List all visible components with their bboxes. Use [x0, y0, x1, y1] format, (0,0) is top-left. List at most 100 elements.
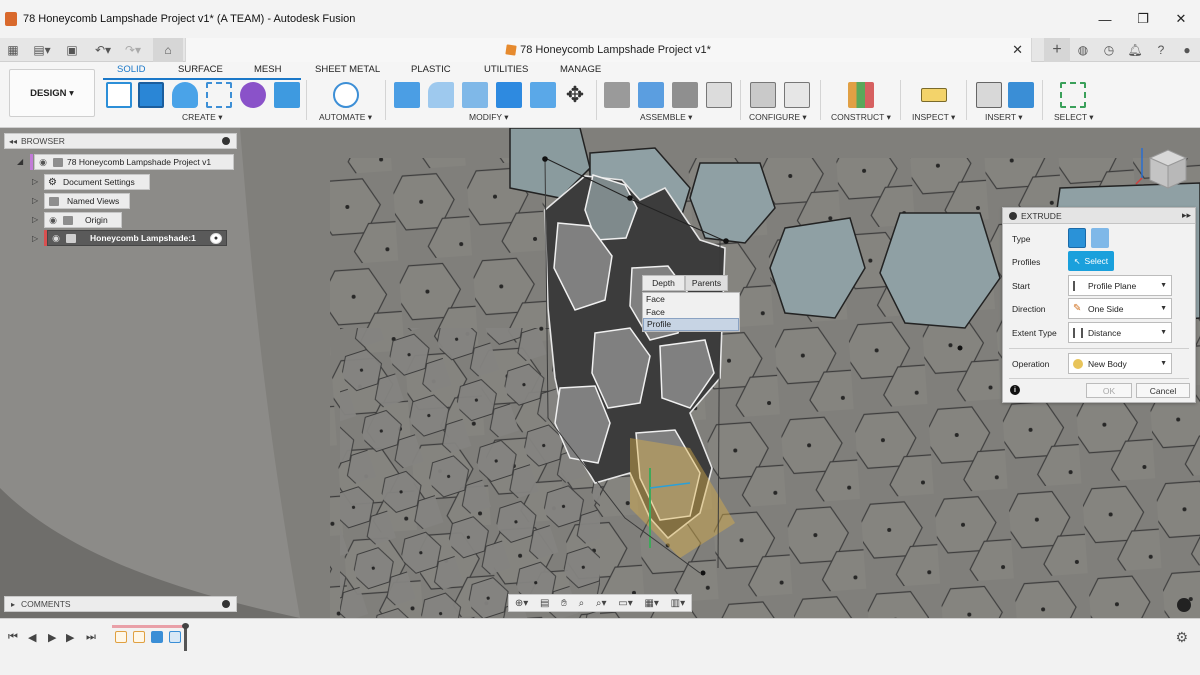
grid-menu-icon[interactable]: ▦ [4, 38, 22, 62]
visibility-eye-icon[interactable]: ◉ [50, 232, 62, 244]
tab-solid[interactable]: SOLID [117, 64, 146, 75]
automate-group-label[interactable]: AUTOMATE ▾ [319, 112, 372, 123]
selection-item-face[interactable]: Face [643, 293, 739, 306]
viewports-icon[interactable]: ▥▾ [671, 598, 685, 609]
expand-origin-icon[interactable]: ▷ [32, 215, 38, 224]
tab-parents[interactable]: Parents [685, 275, 728, 291]
automate-icon[interactable] [333, 82, 359, 108]
browser-item-document-settings[interactable]: ⚙ Document Settings [44, 174, 150, 190]
go-to-start-icon[interactable]: ⏮ [8, 631, 18, 644]
fillet-icon[interactable] [428, 82, 454, 108]
expand-named-views-icon[interactable]: ▷ [32, 196, 38, 205]
press-pull-icon[interactable] [394, 82, 420, 108]
comments-add-icon[interactable] [222, 600, 230, 608]
comments-panel-header[interactable]: ▸ COMMENTS [4, 596, 237, 612]
document-tab[interactable]: 78 Honeycomb Lampshade Project v1* ✕ [185, 38, 1032, 62]
close-button[interactable]: ✕ [1162, 0, 1200, 38]
help-icon[interactable]: ? [1148, 38, 1174, 62]
cancel-button[interactable]: Cancel [1136, 383, 1190, 398]
chamfer-icon[interactable] [462, 82, 488, 108]
start-dropdown[interactable]: Profile Plane ▼ [1068, 275, 1172, 296]
file-menu-icon[interactable]: ▤▾ [30, 38, 54, 62]
configure-group-label[interactable]: CONFIGURE ▾ [749, 112, 807, 123]
inspect-group-label[interactable]: INSPECT ▾ [912, 112, 955, 123]
play-icon[interactable]: ▶ [48, 631, 56, 644]
profiles-select-button[interactable]: ↖ Select [1068, 251, 1114, 271]
selection-item-profile[interactable]: Profile [643, 318, 739, 331]
measure-icon[interactable] [921, 88, 947, 102]
browser-panel-header[interactable]: ◂◂ BROWSER [4, 133, 237, 149]
select-group-label[interactable]: SELECT ▾ [1054, 112, 1094, 123]
construct-group-label[interactable]: CONSTRUCT ▾ [831, 112, 891, 123]
browser-item-origin[interactable]: ◉ Origin [44, 212, 122, 228]
configure-icon[interactable] [750, 82, 776, 108]
combine-icon[interactable] [530, 82, 556, 108]
new-component-icon[interactable] [604, 82, 630, 108]
expand-comments-icon[interactable]: ▸ [5, 600, 21, 609]
pan-icon[interactable]: ✋︎ [561, 598, 567, 609]
expand-dialog-icon[interactable]: ▸▸ [1182, 210, 1191, 221]
joint-icon[interactable] [638, 82, 664, 108]
tab-mesh[interactable]: MESH [254, 64, 281, 75]
selection-item-face[interactable]: Face [643, 306, 739, 319]
step-back-icon[interactable]: ◀ [28, 631, 36, 644]
visibility-eye-icon[interactable]: ◉ [37, 156, 49, 168]
timeline-settings-gear-icon[interactable]: ⚙ [1175, 629, 1188, 646]
expand-component-icon[interactable]: ▷ [32, 234, 38, 243]
timeline-sketch-feature[interactable] [133, 631, 145, 643]
construct-plane-icon[interactable] [848, 82, 874, 108]
form-icon[interactable] [240, 82, 266, 108]
ok-button[interactable]: OK [1086, 383, 1132, 398]
user-avatar-icon[interactable]: ● [1174, 38, 1200, 62]
tab-sheet-metal[interactable]: SHEET METAL [315, 64, 380, 75]
create-sketch-icon[interactable] [106, 82, 132, 108]
zoom-icon[interactable]: ⌕ [579, 598, 585, 609]
extrude-icon[interactable] [138, 82, 164, 108]
save-icon[interactable]: ▣ [62, 38, 82, 62]
move-copy-icon[interactable]: ✥ [562, 82, 588, 108]
operation-dropdown[interactable]: New Body ▼ [1068, 353, 1172, 374]
insert-canvas-icon[interactable] [1008, 82, 1034, 108]
timeline-sketch-feature[interactable] [115, 631, 127, 643]
direction-dropdown[interactable]: ✎ One Side ▼ [1068, 298, 1172, 319]
orbit-icon[interactable]: ⊕▾ [515, 598, 528, 609]
go-to-end-icon[interactable]: ⏭ [86, 631, 96, 644]
notifications-icon[interactable]: 🔔︎ [1122, 38, 1148, 62]
grid-settings-icon[interactable]: ▦▾ [644, 598, 658, 609]
extent-type-dropdown[interactable]: Distance ▼ [1068, 322, 1172, 343]
modify-group-label[interactable]: MODIFY ▾ [469, 112, 509, 123]
minimize-button[interactable]: — [1086, 0, 1124, 38]
configuration-table-icon[interactable] [784, 82, 810, 108]
redo-icon[interactable]: ↷▾ [120, 38, 146, 62]
tab-utilities[interactable]: UTILITIES [484, 64, 528, 75]
assemble-group-label[interactable]: ASSEMBLE ▾ [640, 112, 692, 123]
extensions-icon[interactable]: ◍ [1070, 38, 1096, 62]
maximize-button[interactable]: ❐ [1124, 0, 1162, 38]
job-status-icon[interactable]: ◷ [1096, 38, 1122, 62]
activate-component-icon[interactable]: ● [210, 233, 222, 244]
fit-icon[interactable]: ⌕▾ [596, 598, 607, 609]
home-icon[interactable]: ⌂ [153, 38, 183, 62]
timeline-marker[interactable] [182, 623, 189, 651]
timeline-pattern-feature[interactable] [169, 631, 181, 643]
shell-icon[interactable] [496, 82, 522, 108]
extrude-type-solid-button[interactable] [1068, 228, 1086, 248]
create-group-label[interactable]: CREATE ▾ [182, 112, 222, 123]
display-settings-icon[interactable]: ▭▾ [618, 598, 632, 609]
browser-item-honeycomb-lampshade[interactable]: ◉ Honeycomb Lampshade:1 ● [47, 230, 227, 246]
box-icon[interactable] [274, 82, 300, 108]
dialog-pin-icon[interactable] [1009, 211, 1017, 220]
insert-derive-icon[interactable] [976, 82, 1002, 108]
browser-pin-icon[interactable] [222, 137, 230, 145]
document-tab-close-icon[interactable]: ✕ [1012, 42, 1023, 58]
expand-root-icon[interactable]: ◢ [17, 157, 23, 166]
tab-manage[interactable]: MANAGE [560, 64, 601, 75]
extrude-dialog-header[interactable]: EXTRUDE ▸▸ [1003, 208, 1195, 224]
undo-icon[interactable]: ↶▾ [90, 38, 116, 62]
workspace-switcher-button[interactable]: DESIGN ▾ [9, 69, 95, 117]
new-tab-icon[interactable]: + [1044, 38, 1070, 62]
tab-surface[interactable]: SURFACE [178, 64, 223, 75]
look-at-icon[interactable]: ▤ [540, 598, 549, 609]
select-window-icon[interactable] [1060, 82, 1086, 108]
revolve-icon[interactable] [172, 82, 198, 108]
